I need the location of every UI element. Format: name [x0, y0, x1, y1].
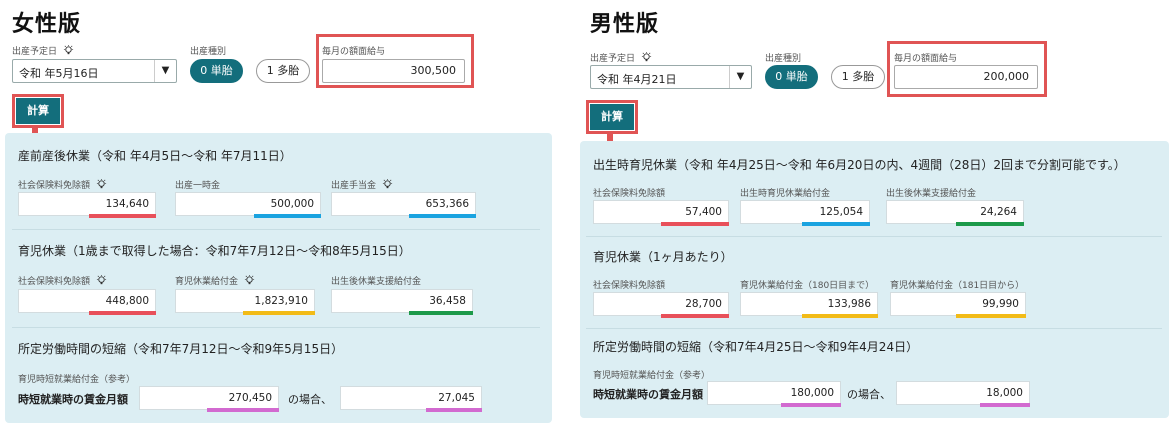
postnatal-leave-support-value: 24,264 [886, 200, 1024, 224]
case-label: の場合、 [847, 388, 891, 401]
childcare-benefit-181-value: 99,990 [890, 292, 1026, 316]
paternity-leave-benefit-value: 125,054 [740, 200, 870, 224]
section-maternity-leave-title: 産前産後休業（令和 年4月5日〜令和 年7月11日） [18, 149, 292, 163]
section-childcare-leave-title: 育児休業（1ヶ月あたり） [593, 250, 733, 264]
social-insurance-exemption-value: 28,700 [593, 292, 729, 316]
divider [12, 229, 540, 230]
birth-type-label: 出産種別 [765, 54, 802, 64]
underline-yellow [243, 311, 315, 315]
lightbulb-icon[interactable] [641, 52, 652, 63]
underline-red [661, 314, 729, 318]
chevron-down-icon[interactable]: ▼ [729, 66, 751, 88]
underline-green [409, 311, 473, 315]
short-hours-wage-value: 180,000 [707, 381, 841, 405]
section-paternity-leave-title: 出生時育児休業（令和 年4月25日〜令和 年6月20日の内、4週間（28日）2回… [593, 158, 1126, 172]
underline-yellow [956, 314, 1026, 318]
childbirth-lump-sum-value: 500,000 [175, 192, 321, 216]
salary-input[interactable]: 200,000 [894, 65, 1038, 89]
male-heading: 男性版 [590, 12, 660, 37]
multiple-birth-button[interactable]: 1 多胎 [256, 59, 310, 83]
due-date-label: 出産予定日 [590, 54, 636, 64]
lightbulb-icon[interactable] [244, 275, 255, 286]
s2-f3-label: 育児休業給付金（181日目から） [890, 281, 1025, 291]
social-insurance-exemption-value: 57,400 [593, 200, 729, 224]
s1-f2-label: 出産一時金 [175, 181, 221, 191]
s2-f1-label: 社会保険料免除額 [593, 281, 666, 291]
s2-f2-label: 育児休業給付金 [175, 277, 239, 287]
s2-f3-label: 出生後休業支援給付金 [331, 277, 422, 287]
due-date-value: 令和 年4月21日 [597, 73, 677, 86]
short-hours-wage-label: 時短就業時の賃金月額 [593, 388, 703, 401]
due-date-label-wrap: 出産予定日 [12, 44, 74, 57]
short-hours-benefit-value: 27,045 [340, 386, 482, 410]
underline-blue [802, 222, 870, 226]
s1-f3-label-wrap: 出産手当金 [331, 178, 393, 191]
due-date-select[interactable]: 令和 年5月16日 ▼ [12, 59, 177, 83]
underline-red [661, 222, 729, 226]
s2-f1-label-wrap: 社会保険料免除額 [18, 274, 107, 287]
female-heading: 女性版 [12, 12, 82, 37]
underline-pink [980, 403, 1030, 407]
postnatal-leave-support-value: 36,458 [331, 289, 473, 313]
underline-pink [781, 403, 841, 407]
s3-sub-label: 育児時短就業給付金（参考） [18, 375, 136, 385]
section-childcare-leave-title: 育児休業（1歳まで取得した場合：令和7年7月12日〜令和8年5月15日） [18, 244, 411, 258]
underline-blue [409, 214, 476, 218]
underline-yellow [802, 314, 878, 318]
s1-f1-label: 社会保険料免除額 [593, 189, 666, 199]
underline-pink [207, 408, 279, 412]
calculate-button[interactable]: 計算 [590, 104, 634, 130]
salary-label: 毎月の額面給与 [322, 47, 386, 57]
due-date-select[interactable]: 令和 年4月21日 ▼ [590, 65, 752, 89]
divider [586, 236, 1162, 237]
underline-green [956, 222, 1024, 226]
underline-red [89, 311, 156, 315]
due-date-label: 出産予定日 [12, 47, 58, 57]
underline-blue [254, 214, 321, 218]
s1-f3-label: 出生後休業支援給付金 [886, 189, 977, 199]
social-insurance-exemption-value: 134,640 [18, 192, 156, 216]
childcare-benefit-180-value: 133,986 [740, 292, 878, 316]
lightbulb-icon[interactable] [96, 179, 107, 190]
underline-pink [426, 408, 482, 412]
lightbulb-icon[interactable] [63, 45, 74, 56]
case-label: の場合、 [288, 393, 332, 406]
s3-sub-label: 育児時短就業給付金（参考） [593, 371, 711, 381]
chevron-down-icon[interactable]: ▼ [154, 60, 176, 82]
birth-type-label: 出産種別 [190, 47, 227, 57]
salary-label: 毎月の額面給与 [894, 54, 958, 64]
due-date-value: 令和 年5月16日 [19, 67, 99, 80]
divider [12, 327, 540, 328]
s1-f2-label: 出生時育児休業給付金 [740, 189, 831, 199]
underline-red [89, 214, 156, 218]
lightbulb-icon[interactable] [96, 275, 107, 286]
section-short-hours-title: 所定労働時間の短縮（令和7年7月12日〜令和9年5月15日） [18, 342, 344, 356]
s1-f1-label-wrap: 社会保険料免除額 [18, 178, 107, 191]
short-hours-benefit-value: 18,000 [896, 381, 1030, 405]
maternity-allowance-value: 653,366 [331, 192, 476, 216]
divider [586, 328, 1162, 329]
short-hours-wage-value: 270,450 [139, 386, 279, 410]
salary-input[interactable]: 300,500 [322, 59, 465, 83]
childcare-leave-benefit-value: 1,823,910 [175, 289, 315, 313]
social-insurance-exemption-value: 448,800 [18, 289, 156, 313]
multiple-birth-button[interactable]: 1 多胎 [831, 65, 885, 89]
calculate-button[interactable]: 計算 [16, 98, 60, 124]
single-birth-button[interactable]: 0 単胎 [190, 59, 243, 83]
s2-f1-label: 社会保険料免除額 [18, 277, 91, 287]
s2-f2-label: 育児休業給付金（180日目まで） [740, 281, 875, 291]
s1-f1-label: 社会保険料免除額 [18, 181, 91, 191]
section-short-hours-title: 所定労働時間の短縮（令和7年4月25日〜令和9年4月24日） [593, 340, 919, 354]
s2-f2-label-wrap: 育児休業給付金 [175, 274, 255, 287]
short-hours-wage-label: 時短就業時の賃金月額 [18, 393, 128, 406]
single-birth-button[interactable]: 0 単胎 [765, 65, 818, 89]
due-date-label-wrap: 出産予定日 [590, 51, 652, 64]
s1-f3-label: 出産手当金 [331, 181, 377, 191]
lightbulb-icon[interactable] [382, 179, 393, 190]
